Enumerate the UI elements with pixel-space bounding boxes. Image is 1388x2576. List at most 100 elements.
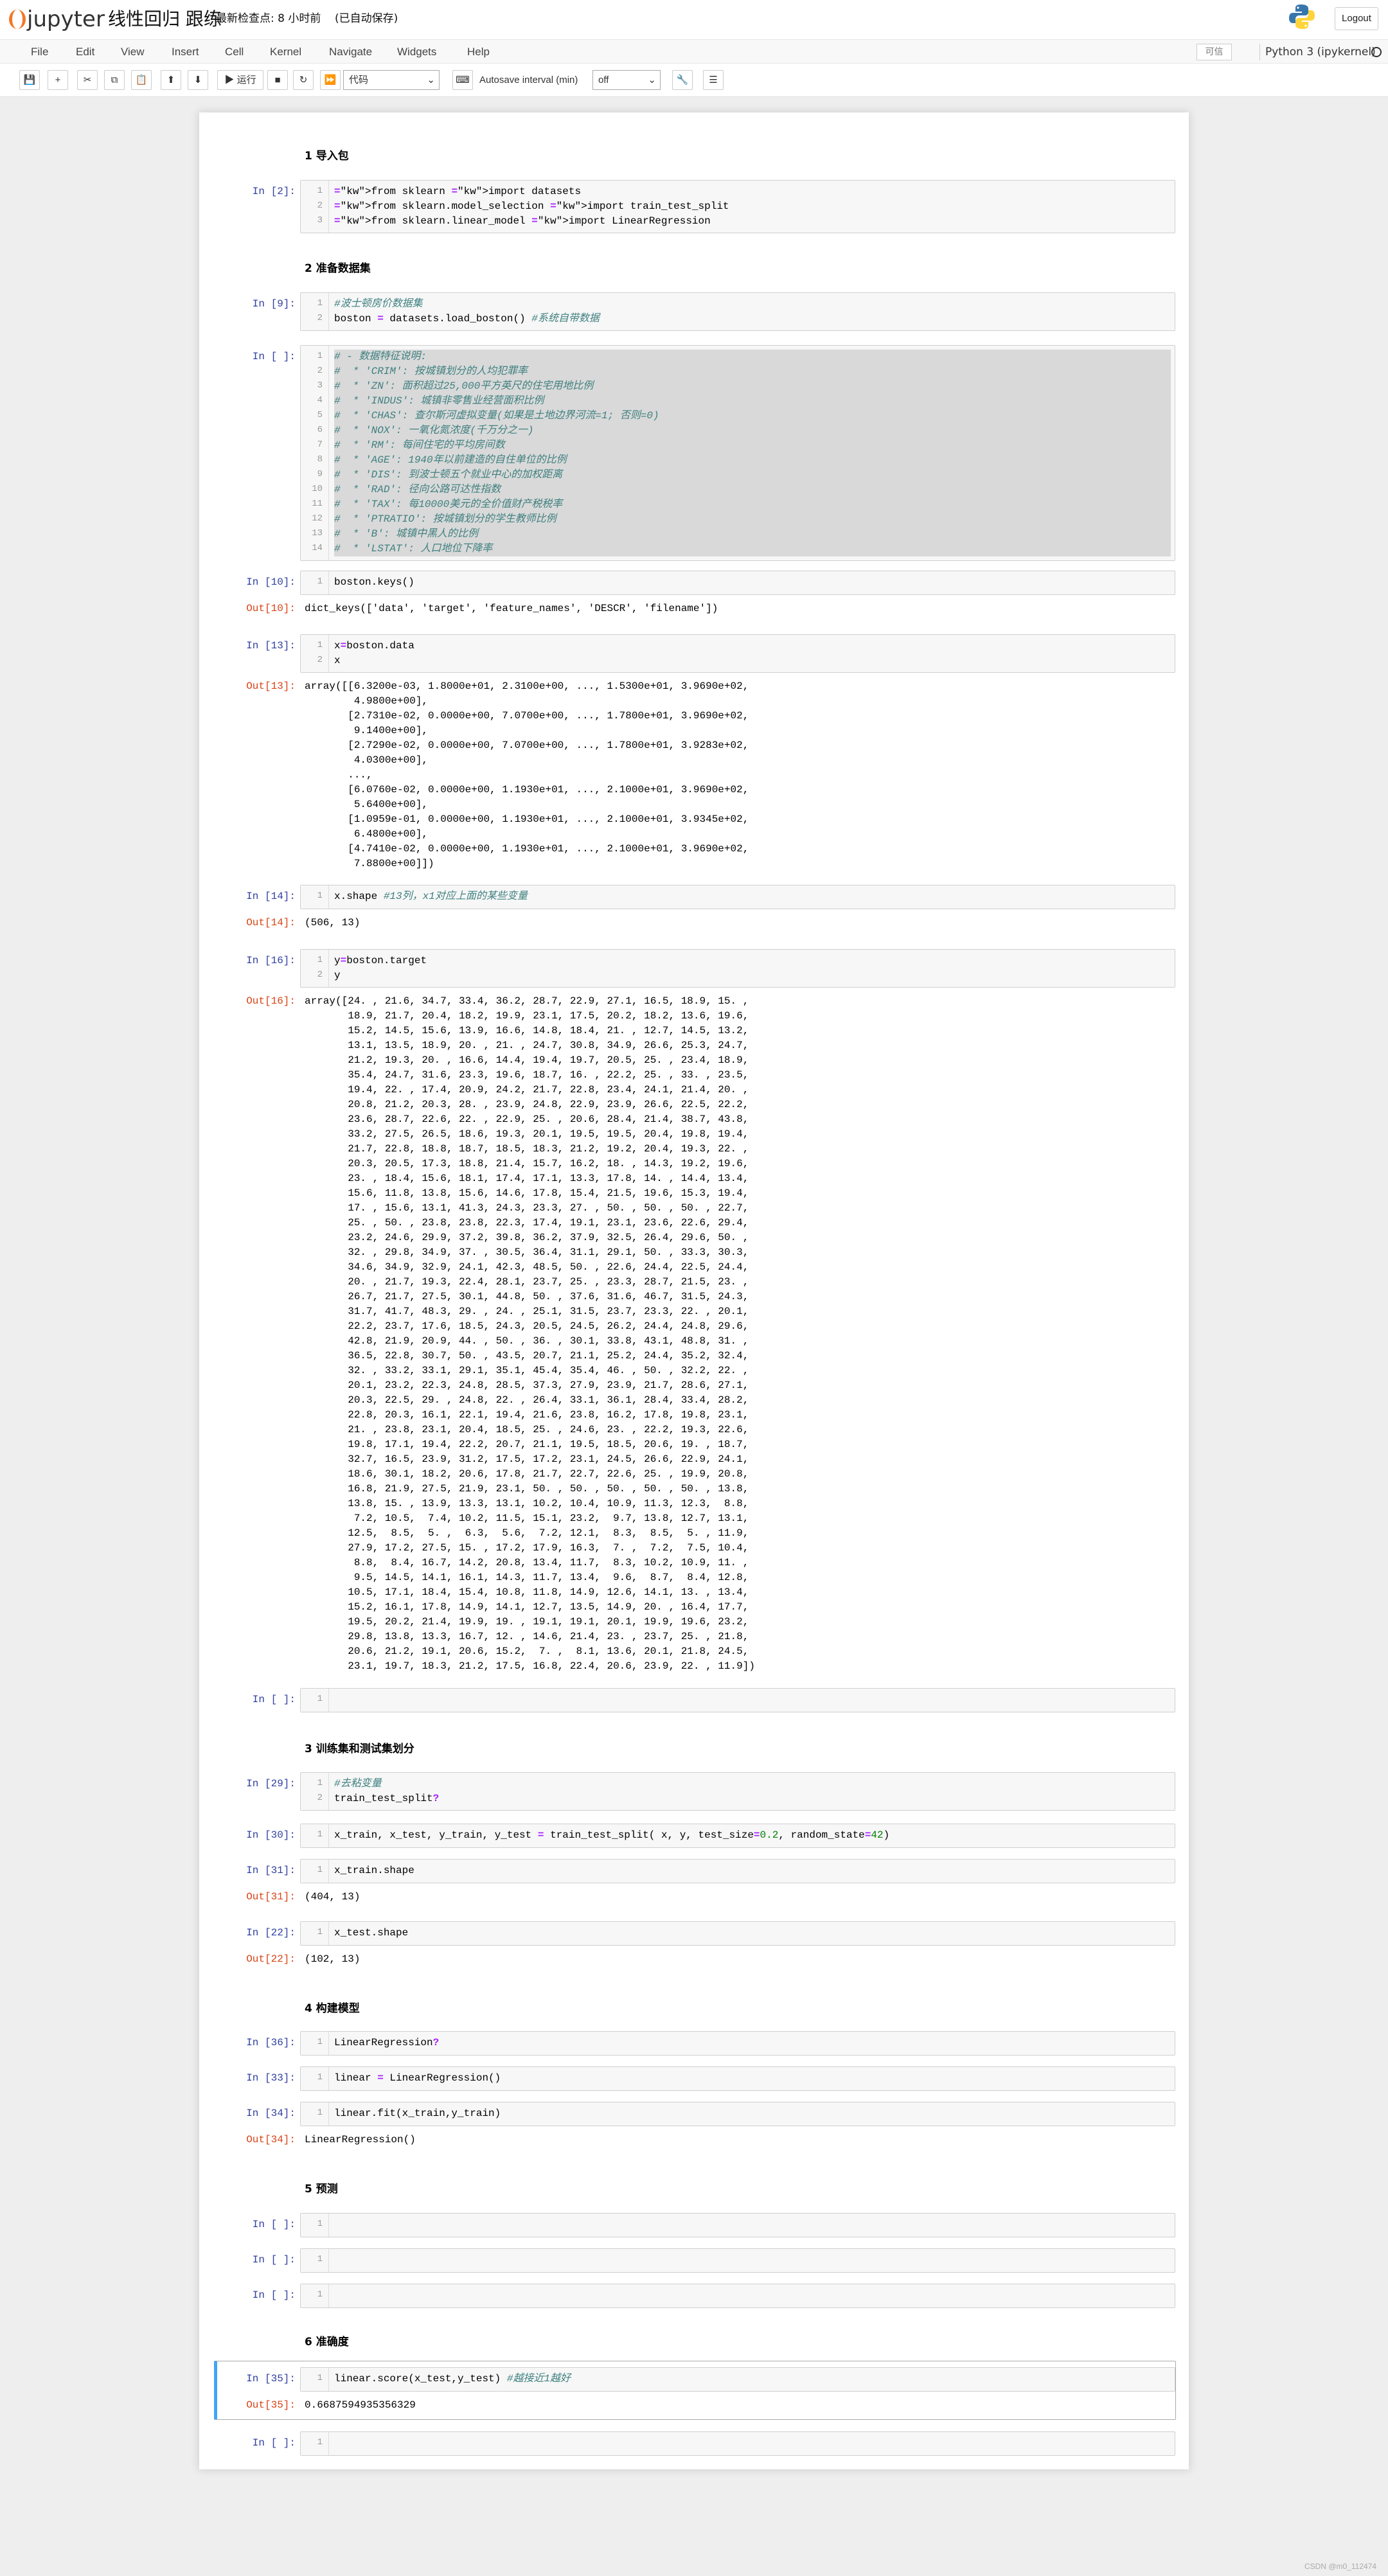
- code-line[interactable]: boston = datasets.load_boston() #系统自带数据: [334, 312, 600, 326]
- line-number: 1: [317, 640, 323, 650]
- line-number: 14: [312, 543, 323, 553]
- code-input-area[interactable]: 1 #去粘变量 2 train_test_split?: [300, 1772, 1175, 1811]
- code-line[interactable]: ="kw">from sklearn.model_selection ="kw"…: [334, 199, 729, 214]
- kernel-name[interactable]: Python 3 (ipykernel): [1259, 44, 1376, 60]
- code-line[interactable]: # * 'INDUS': 城镇非零售业经营面积比例: [334, 394, 1171, 409]
- code-line[interactable]: x_train, x_test, y_train, y_test = train…: [334, 1828, 889, 1843]
- menu-file[interactable]: File: [31, 46, 48, 58]
- code-input-area[interactable]: 1 ="kw">from sklearn ="kw">import dataset…: [300, 180, 1175, 233]
- code-line[interactable]: # - 数据特征说明:: [334, 350, 1171, 364]
- menu-cell[interactable]: Cell: [225, 46, 244, 58]
- cell-type-select[interactable]: 代码 ⌄: [343, 70, 440, 90]
- code-line[interactable]: x=boston.data: [334, 639, 414, 653]
- code-line[interactable]: # * 'NOX': 一氧化氮浓度(千万分之一): [334, 423, 1171, 438]
- code-line[interactable]: # * 'AGE': 1940年以前建造的自住单位的比例: [334, 453, 1171, 468]
- code-line[interactable]: # * 'RAD': 径向公路可达性指数: [334, 483, 1171, 497]
- autosave-select[interactable]: off ⌄: [592, 70, 661, 90]
- line-number: 6: [317, 425, 323, 435]
- code-input-area[interactable]: 1 boston.keys(): [300, 571, 1175, 595]
- code-input-area[interactable]: 1 x.shape #13列，x1对应上面的某些变量: [300, 885, 1175, 909]
- interrupt-button[interactable]: ■: [267, 70, 288, 90]
- run-button[interactable]: ▶ 运行: [217, 70, 263, 90]
- move-down-button[interactable]: ⬇: [188, 70, 208, 90]
- restart-run-all-button[interactable]: ⏩: [320, 70, 341, 90]
- output-prompt: Out[16]:: [246, 995, 296, 1007]
- checkpoint-text: 最新检查点: 8 小时前: [216, 12, 321, 25]
- menu-edit[interactable]: Edit: [76, 46, 94, 58]
- toc-button[interactable]: ☰: [703, 70, 724, 90]
- menu-help[interactable]: Help: [467, 46, 490, 58]
- code-input-area[interactable]: 1 x_train.shape: [300, 1859, 1175, 1883]
- jupyter-logo[interactable]: jupyter: [9, 6, 105, 32]
- code-input-area[interactable]: 1 #波士顿房价数据集 2 boston = datasets.load_boston…: [300, 292, 1175, 331]
- code-line[interactable]: ="kw">from sklearn.linear_model ="kw">im…: [334, 214, 711, 229]
- code-line[interactable]: # * 'RM': 每间住宅的平均房间数: [334, 438, 1171, 453]
- input-prompt: In [9]:: [252, 298, 296, 310]
- code-line[interactable]: linear = LinearRegression(): [334, 2071, 501, 2086]
- copy-button[interactable]: ⧉: [104, 70, 125, 90]
- code-line[interactable]: train_test_split?: [334, 1791, 439, 1806]
- restart-button[interactable]: ↻: [293, 70, 314, 90]
- code-input-area[interactable]: 1: [300, 2213, 1175, 2237]
- code-input-area[interactable]: 1: [300, 2431, 1175, 2456]
- code-line[interactable]: # * 'DIS': 到波士顿五个就业中心的加权距离: [334, 468, 1171, 483]
- code-line[interactable]: # * 'CRIM': 按城镇划分的人均犯罪率: [334, 364, 1171, 379]
- input-prompt: In [ ]:: [252, 351, 296, 362]
- code-line[interactable]: x.shape #13列，x1对应上面的某些变量: [334, 889, 528, 904]
- menu-view[interactable]: View: [121, 46, 145, 58]
- paste-button[interactable]: 📋: [131, 70, 152, 90]
- command-palette-button[interactable]: ⌨: [452, 70, 473, 90]
- code-input-area[interactable]: 1 x=boston.data 2 x: [300, 634, 1175, 673]
- code-line[interactable]: y=boston.target: [334, 954, 427, 968]
- code-line[interactable]: # * 'TAX': 每10000美元的全价值财产税税率: [334, 497, 1171, 512]
- code-line[interactable]: y: [334, 968, 341, 983]
- output-prompt: Out[10]:: [246, 603, 296, 614]
- chevron-down-icon: ⌄: [427, 75, 435, 85]
- move-up-button[interactable]: ⬆: [161, 70, 181, 90]
- code-input-area[interactable]: 1: [300, 2284, 1175, 2308]
- code-line[interactable]: # * 'ZN': 面积超过25,000平方英尺的住宅用地比例: [334, 379, 1171, 394]
- code-input-area[interactable]: 1: [300, 1688, 1175, 1712]
- cut-button[interactable]: ✂: [77, 70, 98, 90]
- save-button[interactable]: 💾: [19, 70, 40, 90]
- code-line[interactable]: boston.keys(): [334, 575, 414, 590]
- code-input-area[interactable]: 1 y=boston.target 2 y: [300, 949, 1175, 988]
- copy-icon: ⧉: [111, 75, 118, 85]
- code-input-area[interactable]: 1 # - 数据特征说明: 2 # * 'CRIM': 按城镇划分的人均犯罪率 3 # *…: [300, 345, 1175, 561]
- code-input-area[interactable]: 1 linear.score(x_test,y_test) #越接近1越好: [300, 2367, 1175, 2392]
- code-input-area[interactable]: 1 LinearRegression?: [300, 2031, 1175, 2056]
- menu-insert[interactable]: Insert: [172, 46, 199, 58]
- menu-navigate[interactable]: Navigate: [329, 46, 372, 58]
- code-line[interactable]: # * 'B': 城镇中黑人的比例: [334, 527, 1171, 542]
- wrench-button[interactable]: 🔧: [672, 70, 693, 90]
- code-line[interactable]: ="kw">from sklearn ="kw">import datasets: [334, 184, 581, 199]
- code-input-area[interactable]: 1 linear = LinearRegression(): [300, 2066, 1175, 2091]
- input-prompt: In [33]:: [246, 2072, 296, 2084]
- code-line[interactable]: # * 'PTRATIO': 按城镇划分的学生教师比例: [334, 512, 1171, 527]
- logout-button[interactable]: Logout: [1335, 7, 1378, 30]
- menu-widgets[interactable]: Widgets: [397, 46, 436, 58]
- code-line[interactable]: x_train.shape: [334, 1863, 414, 1878]
- code-line[interactable]: # * 'CHAS': 查尔斯河虚拟变量(如果是土地边界河流=1; 否则=0): [334, 409, 1171, 423]
- code-line[interactable]: x: [334, 653, 341, 668]
- code-line[interactable]: #去粘变量: [334, 1777, 382, 1791]
- notebook-title[interactable]: 线性回归 跟练: [108, 5, 222, 31]
- code-line[interactable]: x_test.shape: [334, 1926, 408, 1941]
- code-input-area[interactable]: 1 x_test.shape: [300, 1921, 1175, 1946]
- code-line[interactable]: #波士顿房价数据集: [334, 297, 423, 312]
- menu-kernel[interactable]: Kernel: [270, 46, 301, 58]
- code-line[interactable]: # * 'LSTAT': 人口地位下降率: [334, 542, 1171, 556]
- line-number: 1: [317, 2072, 323, 2083]
- input-prompt: In [30]:: [246, 1829, 296, 1841]
- line-number: 1: [317, 298, 323, 308]
- code-line[interactable]: LinearRegression?: [334, 2036, 439, 2050]
- code-input-area[interactable]: 1 linear.fit(x_train,y_train): [300, 2102, 1175, 2126]
- insert-cell-button[interactable]: +: [48, 70, 68, 90]
- code-line[interactable]: linear.score(x_test,y_test) #越接近1越好: [334, 2372, 571, 2386]
- code-input-area[interactable]: 1 x_train, x_test, y_train, y_test = trai…: [300, 1824, 1175, 1848]
- trusted-indicator[interactable]: 可信: [1197, 44, 1232, 60]
- code-line[interactable]: linear.fit(x_train,y_train): [334, 2106, 501, 2121]
- section-heading: 1 导入包: [305, 150, 349, 163]
- line-number: 7: [317, 440, 323, 450]
- code-input-area[interactable]: 1: [300, 2248, 1175, 2273]
